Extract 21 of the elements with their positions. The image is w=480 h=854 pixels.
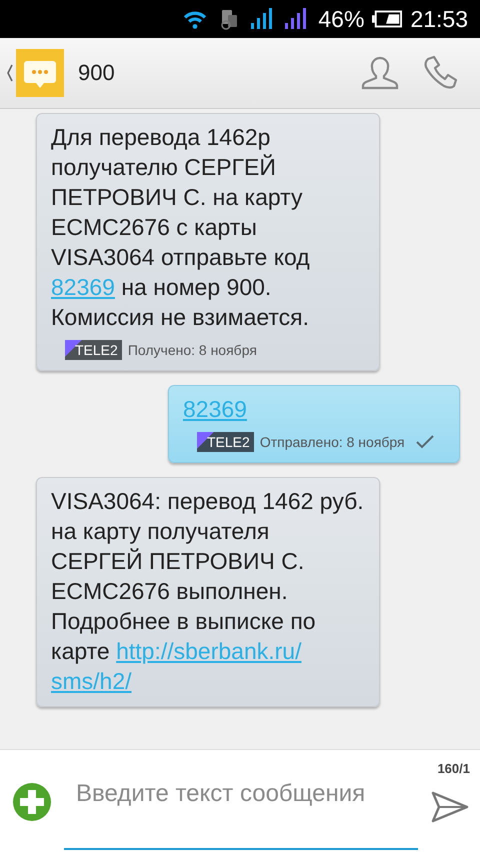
link[interactable]: 82369 xyxy=(51,272,115,302)
person-icon[interactable] xyxy=(360,55,400,91)
operator-badge: TELE2 xyxy=(197,432,254,452)
message-status: Получено: 8 ноября xyxy=(128,342,257,358)
add-icon[interactable] xyxy=(12,782,52,822)
link[interactable]: sms/h2/ xyxy=(51,666,132,696)
link[interactable]: 82369 xyxy=(183,394,247,424)
message-text: VISA3064: перевод 1462 руб. на карту получателя СЕРГЕЙ ПЕТРОВИЧ С. ECMC2676 выполнен. Подробнее в выписке по карте http://sberbank.ru/ sms/h2/ xyxy=(51,487,365,696)
battery-percent: 46% xyxy=(318,6,364,32)
link[interactable]: http://sberbank.ru/ xyxy=(116,636,302,666)
message-text: Для перевода 1462р получателю СЕРГЕЙ ПЕТРОВИЧ С. на карту ECMC2676 с карты VISA3064 отправьте код 82369 на номер 900. Комиссия не взимается. xyxy=(51,123,311,332)
message-status: Отправлено: 8 ноября xyxy=(260,434,405,450)
message-app-icon xyxy=(16,49,64,97)
character-counter: 160/1 xyxy=(437,760,470,776)
send-icon[interactable] xyxy=(430,790,470,824)
operator-badge: TELE2 xyxy=(65,340,122,360)
contact-title: 900 xyxy=(78,60,116,86)
message-input-field[interactable]: Введите текст сообщения xyxy=(64,774,418,850)
chevron-icon xyxy=(6,63,14,83)
battery-icon xyxy=(372,10,402,28)
clock: 21:53 xyxy=(410,6,468,32)
